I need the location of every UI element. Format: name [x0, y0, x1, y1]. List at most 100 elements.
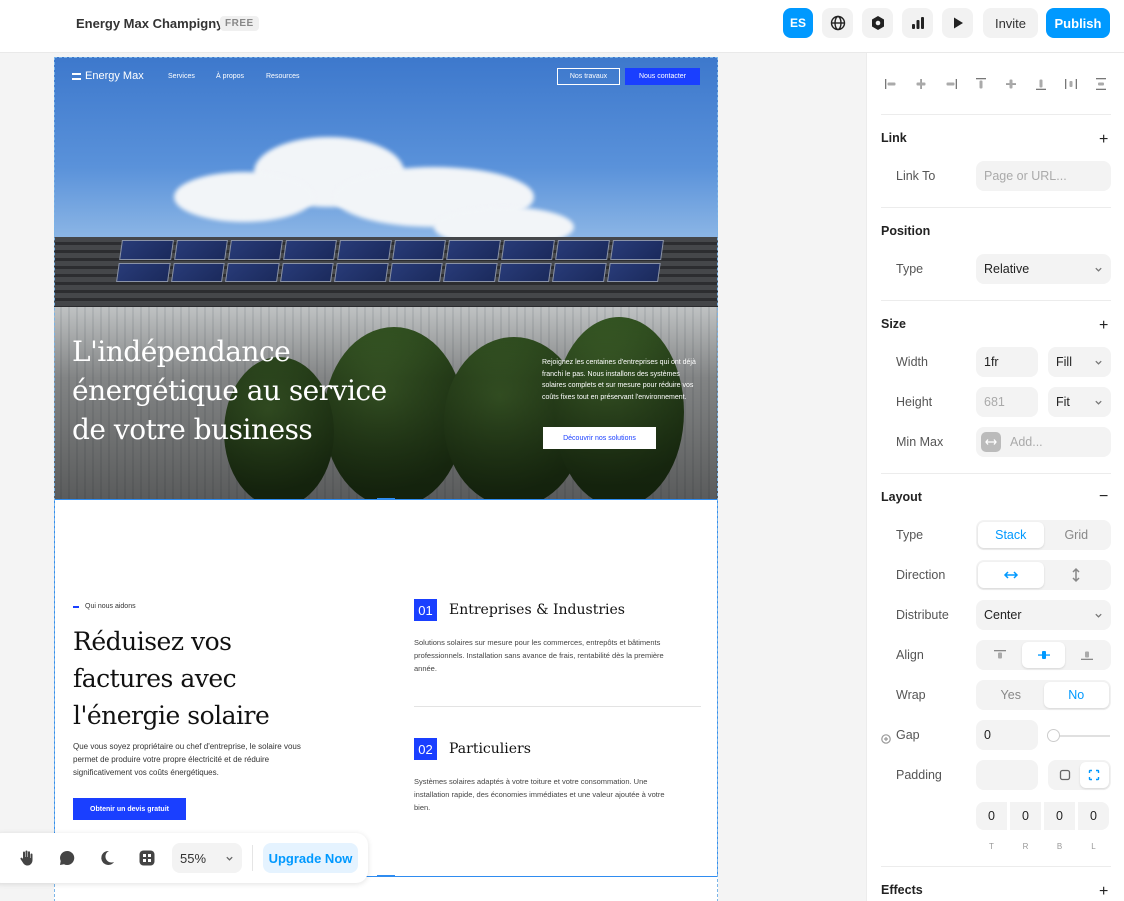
padding-right-input[interactable]: 0 [1010, 802, 1041, 830]
align-left-icon[interactable] [881, 74, 901, 94]
add-link-icon[interactable]: + [1099, 132, 1108, 148]
our-work-button[interactable]: Nos travaux [557, 68, 620, 85]
height-input[interactable]: 681 [976, 387, 1038, 417]
align-center-v-icon[interactable] [1001, 74, 1021, 94]
hero-section[interactable]: Energy Max Services À propos Resources N… [54, 57, 718, 499]
stack-option[interactable]: Stack [978, 522, 1044, 548]
align-bottom-icon[interactable] [1031, 74, 1051, 94]
wrap-label: Wrap [896, 688, 926, 702]
chevron-down-icon [1095, 400, 1102, 405]
min-max-input[interactable]: Add... [976, 427, 1111, 457]
padding-individual-icon[interactable] [1079, 762, 1109, 788]
resize-handle-bottom[interactable] [377, 875, 395, 877]
width-mode-select[interactable]: Fill [1048, 347, 1111, 377]
free-quote-button[interactable]: Obtenir un devis gratuit [73, 798, 186, 820]
nav-link-services[interactable]: Services [168, 73, 195, 80]
distribute-select[interactable]: Center [976, 600, 1111, 630]
align-start-icon[interactable] [978, 642, 1022, 668]
gap-slider-track[interactable] [1054, 735, 1110, 737]
collapse-layout-icon[interactable]: − [1099, 489, 1108, 505]
align-center-icon[interactable] [1021, 642, 1066, 668]
grid-option[interactable]: Grid [1044, 522, 1110, 548]
project-title[interactable]: Energy Max Champigny [76, 16, 223, 31]
cloud-image [174, 172, 314, 222]
add-size-icon[interactable]: + [1099, 318, 1108, 334]
settings-hex-icon[interactable] [862, 8, 893, 38]
link-to-input[interactable]: Page or URL... [976, 161, 1111, 191]
service-description[interactable]: Systèmes solaires adaptés à votre toitur… [414, 775, 679, 814]
padding-left-input[interactable]: 0 [1078, 802, 1109, 830]
chevron-down-icon [1095, 613, 1102, 618]
padding-bottom-input[interactable]: 0 [1044, 802, 1075, 830]
hero-title[interactable]: L'indépendance énergétique au service de… [72, 332, 412, 449]
site-logo[interactable]: Energy Max [72, 70, 144, 82]
service-card[interactable]: 01 Entreprises & Industries Solutions so… [414, 599, 701, 689]
align-toggle[interactable] [976, 640, 1111, 670]
hero-description[interactable]: Rejoignez les centaines d'entreprises qu… [542, 357, 702, 403]
horizontal-arrows-icon[interactable] [978, 562, 1044, 588]
width-mode-value: Fill [1056, 355, 1072, 369]
wrap-toggle[interactable]: Yes No [976, 680, 1111, 710]
publish-button[interactable]: Publish [1046, 8, 1110, 38]
direction-label: Direction [896, 568, 946, 582]
distribute-horizontal-icon[interactable] [1061, 74, 1081, 94]
wrap-yes-option[interactable]: Yes [978, 682, 1044, 708]
align-top-icon[interactable] [971, 74, 991, 94]
padding-top-input[interactable]: 0 [976, 802, 1007, 830]
plan-badge: FREE [220, 16, 259, 31]
align-center-h-icon[interactable] [911, 74, 931, 94]
discover-solutions-button[interactable]: Découvrir nos solutions [543, 427, 656, 449]
page-frame[interactable]: Energy Max Services À propos Resources N… [54, 57, 718, 901]
height-mode-select[interactable]: Fit [1048, 387, 1111, 417]
service-title[interactable]: Entreprises & Industries [449, 602, 625, 618]
gap-add-icon[interactable] [881, 731, 891, 749]
direction-toggle[interactable] [976, 560, 1111, 590]
comment-icon[interactable] [58, 849, 76, 867]
components-icon[interactable] [138, 849, 156, 867]
wrap-no-option[interactable]: No [1043, 682, 1109, 708]
padding-bottom-label: B [1056, 842, 1063, 851]
eyebrow-text[interactable]: Qui nous aidons [85, 603, 136, 610]
service-description[interactable]: Solutions solaires sur mesure pour les c… [414, 636, 679, 675]
distribute-vertical-icon[interactable] [1091, 74, 1111, 94]
upgrade-button[interactable]: Upgrade Now [263, 843, 358, 873]
add-effect-icon[interactable]: + [1099, 884, 1108, 900]
position-type-label: Type [896, 262, 924, 276]
gap-slider-knob[interactable] [1047, 729, 1060, 742]
invite-button[interactable]: Invite [983, 8, 1038, 38]
link-to-label: Link To [896, 169, 936, 183]
toolbar-divider [252, 845, 253, 871]
padding-mode-toggle[interactable] [1048, 760, 1111, 790]
padding-uniform-icon[interactable] [1050, 762, 1080, 788]
service-card[interactable]: 02 Particuliers Systèmes solaires adapté… [414, 738, 701, 828]
selected-section[interactable]: Qui nous aidons Réduisez vos factures av… [54, 498, 718, 877]
dark-mode-icon[interactable] [98, 849, 116, 867]
resize-handle-top[interactable] [377, 498, 395, 500]
align-right-icon[interactable] [941, 74, 961, 94]
width-input[interactable]: 1fr [976, 347, 1038, 377]
section-title[interactable]: Réduisez vos factures avec l'énergie sol… [73, 623, 333, 734]
layout-type-label: Type [896, 528, 924, 542]
vertical-arrows-icon[interactable] [1044, 562, 1110, 588]
chevron-down-icon [1095, 267, 1102, 272]
language-button[interactable]: ES [783, 8, 813, 38]
properties-panel: Link + Link To Page or URL... Position T… [866, 53, 1124, 901]
layout-type-toggle[interactable]: Stack Grid [976, 520, 1111, 550]
hand-tool-icon[interactable] [18, 849, 36, 867]
design-canvas[interactable]: Energy Max Services À propos Resources N… [0, 53, 866, 901]
gap-input[interactable]: 0 [976, 720, 1038, 750]
preview-play-icon[interactable] [942, 8, 973, 38]
contact-button[interactable]: Nous contacter [625, 68, 700, 85]
nav-link-resources[interactable]: Resources [266, 73, 299, 80]
analytics-icon[interactable] [902, 8, 933, 38]
nav-link-a-propos[interactable]: À propos [216, 73, 244, 80]
section-description[interactable]: Que vous soyez propriétaire ou chef d'en… [73, 740, 313, 779]
distribute-label: Distribute [896, 608, 949, 622]
panel-divider [881, 300, 1111, 301]
service-title[interactable]: Particuliers [449, 741, 531, 757]
align-end-icon[interactable] [1065, 642, 1109, 668]
position-type-select[interactable]: Relative [976, 254, 1111, 284]
zoom-select[interactable]: 55% [172, 843, 242, 873]
globe-icon[interactable] [822, 8, 853, 38]
padding-input[interactable] [976, 760, 1038, 790]
